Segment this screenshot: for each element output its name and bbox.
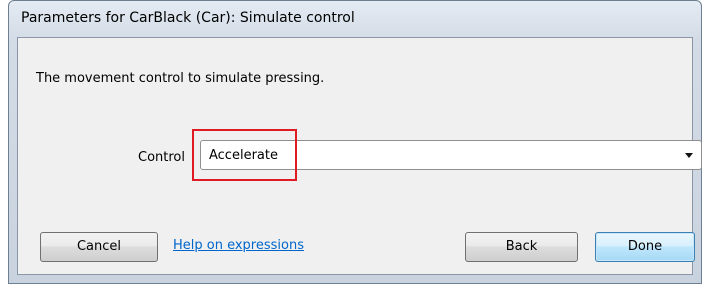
parameters-dialog: Parameters for CarBlack (Car): Simulate … [8,0,702,284]
control-dropdown[interactable]: Accelerate [200,140,702,170]
control-label: Control [138,150,185,165]
parameter-description: The movement control to simulate pressin… [36,71,325,86]
back-button[interactable]: Back [465,232,578,262]
title-bar[interactable]: Parameters for CarBlack (Car): Simulate … [9,1,701,37]
done-button[interactable]: Done [595,232,695,262]
dialog-content: The movement control to simulate pressin… [17,37,702,275]
page-bottom-margin [0,284,702,289]
cancel-button[interactable]: Cancel [40,232,158,262]
dialog-title: Parameters for CarBlack (Car): Simulate … [21,10,355,26]
help-on-expressions-link[interactable]: Help on expressions [173,238,304,253]
chevron-down-icon[interactable] [685,153,693,158]
control-dropdown-value: Accelerate [209,148,278,163]
